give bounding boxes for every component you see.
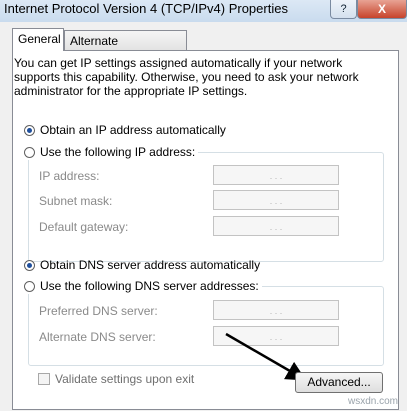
obtain-ip-auto-option[interactable]: Obtain an IP address automatically: [24, 122, 226, 138]
ip-address-label: IP address:: [39, 169, 100, 183]
close-button[interactable]: X: [357, 0, 407, 19]
use-following-ip-radio[interactable]: [24, 146, 35, 158]
preferred-dns-label: Preferred DNS server:: [39, 304, 158, 318]
obtain-dns-auto-label: Obtain DNS server address automatically: [40, 258, 261, 272]
obtain-ip-auto-label: Obtain an IP address automatically: [40, 123, 226, 137]
description-text: You can get IP settings assigned automat…: [14, 56, 359, 98]
use-following-ip-label: Use the following IP address:: [40, 145, 196, 159]
help-icon: ?: [340, 3, 347, 15]
use-following-dns-option[interactable]: Use the following DNS server addresses:: [24, 278, 262, 294]
obtain-dns-auto-radio[interactable]: [24, 259, 35, 271]
obtain-dns-auto-option[interactable]: Obtain DNS server address automatically: [24, 257, 260, 273]
default-gateway-label: Default gateway:: [39, 220, 129, 234]
use-following-dns-radio[interactable]: [24, 280, 35, 292]
default-gateway-input[interactable]: . . .: [213, 216, 339, 236]
window-title: Internet Protocol Version 4 (TCP/IPv4) P…: [4, 1, 288, 16]
validate-settings-checkbox[interactable]: [38, 373, 50, 385]
watermark: wsxdn.com: [348, 396, 399, 407]
preferred-dns-input[interactable]: . . .: [213, 300, 339, 320]
properties-dialog: General Alternate Configuration You can …: [0, 22, 407, 411]
obtain-ip-auto-radio[interactable]: [24, 124, 35, 136]
ip-address-input[interactable]: . . .: [213, 165, 339, 185]
use-following-dns-label: Use the following DNS server addresses:: [40, 279, 259, 293]
alternate-dns-label: Alternate DNS server:: [39, 330, 156, 344]
tab-alternate-configuration[interactable]: Alternate Configuration: [64, 30, 187, 68]
use-following-ip-option[interactable]: Use the following IP address:: [24, 144, 199, 160]
validate-settings-option[interactable]: Validate settings upon exit: [38, 372, 194, 386]
preferred-dns-value: . . .: [269, 306, 283, 316]
help-button[interactable]: ?: [330, 0, 357, 19]
title-bar: Internet Protocol Version 4 (TCP/IPv4) P…: [0, 0, 407, 22]
advanced-button[interactable]: Advanced...: [295, 372, 383, 393]
subnet-mask-input[interactable]: . . .: [213, 190, 339, 210]
close-icon: X: [377, 2, 386, 16]
tab-general[interactable]: General: [12, 28, 64, 51]
validate-settings-label: Validate settings upon exit: [55, 372, 195, 386]
subnet-mask-label: Subnet mask:: [39, 194, 113, 208]
default-gateway-value: . . .: [269, 222, 283, 232]
ip-address-value: . . .: [269, 171, 283, 181]
subnet-mask-value: . . .: [269, 196, 283, 206]
